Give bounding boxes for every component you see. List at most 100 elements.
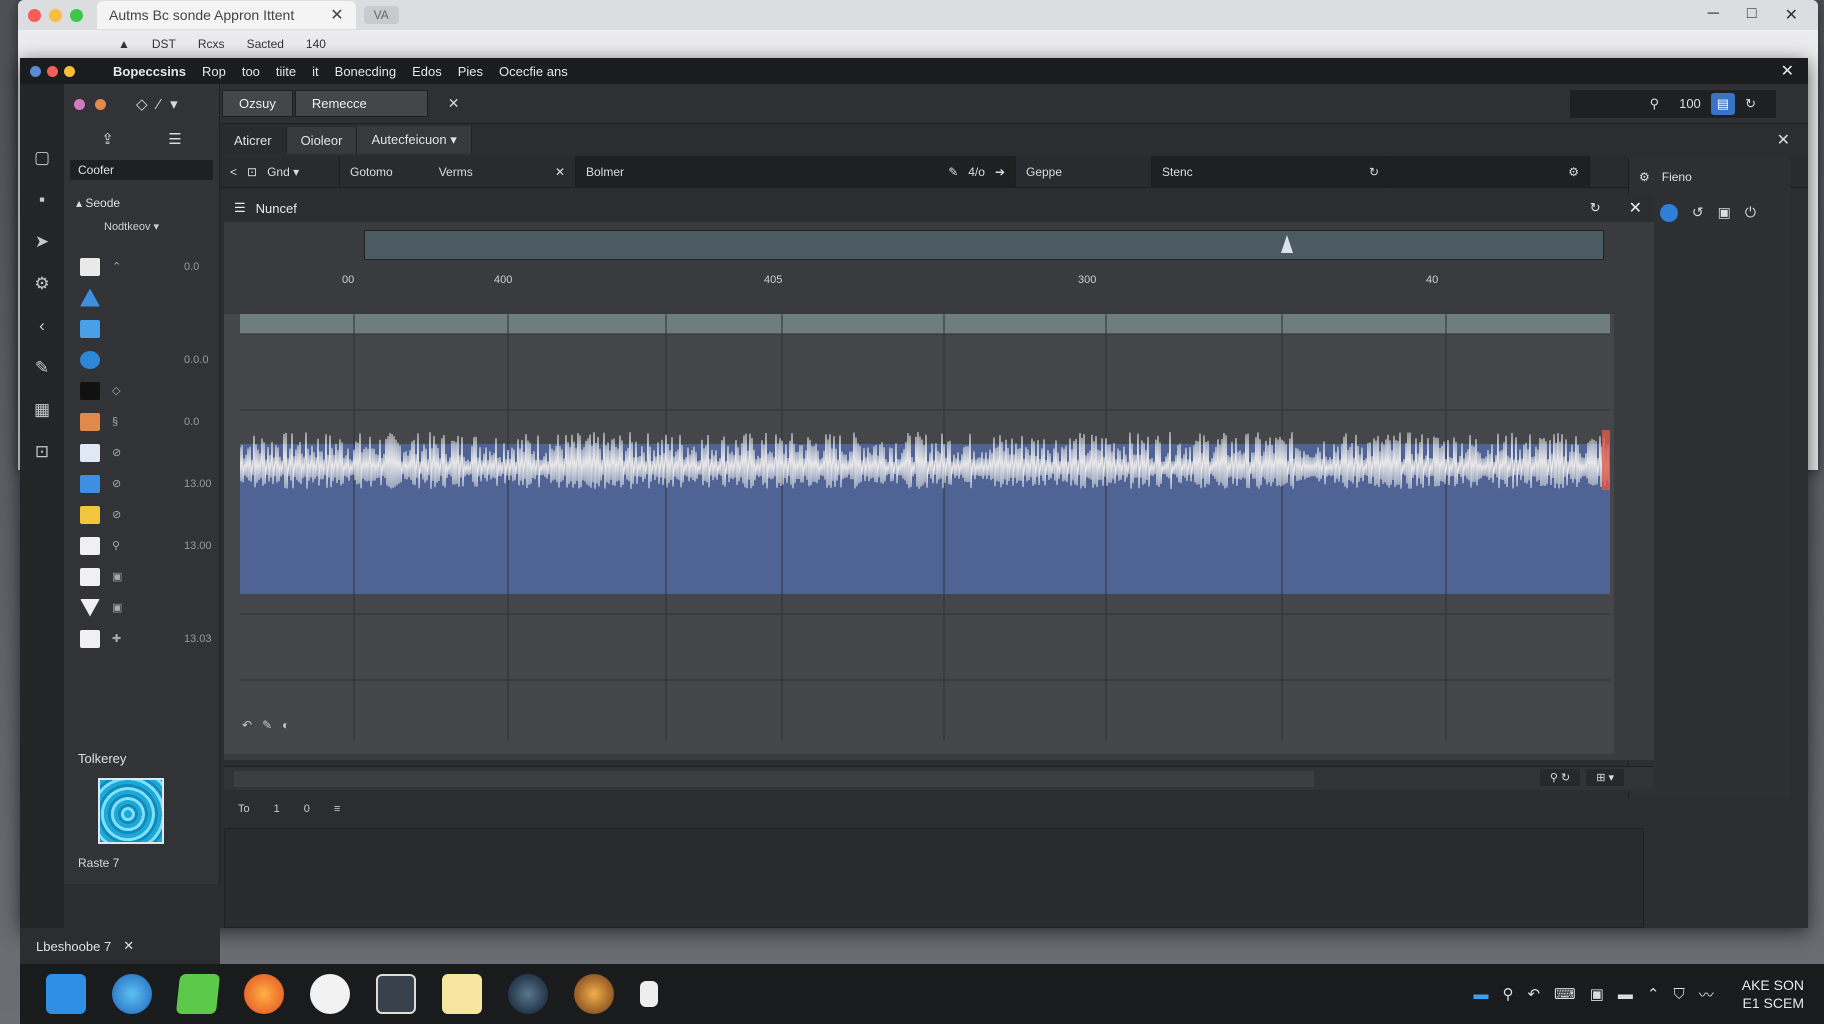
tree-item[interactable]: [64, 313, 219, 344]
gear-icon[interactable]: ⚙: [1639, 170, 1650, 184]
search-icon[interactable]: ⚲: [1502, 985, 1513, 1003]
tab-aticrer[interactable]: Aticrer: [220, 126, 287, 154]
maximize-window-button[interactable]: [64, 65, 75, 77]
tree-item[interactable]: ✚ 13.03: [64, 623, 219, 654]
settings-field[interactable]: ⚙: [1390, 156, 1590, 187]
tree-item[interactable]: ⊘ 13.00: [64, 468, 219, 499]
scroll-thumb[interactable]: [234, 771, 1314, 787]
refresh-icon[interactable]: ↻: [1590, 200, 1601, 216]
browser-tab[interactable]: Autms Bc sonde Appron Ittent ✕: [97, 1, 356, 29]
notepad-icon[interactable]: [442, 974, 482, 1014]
minimize-window-button[interactable]: [49, 8, 62, 22]
tree-item[interactable]: § 0.0: [64, 406, 219, 437]
clock[interactable]: AKE SON E1 SCEM: [1742, 976, 1804, 1012]
settings-icon[interactable]: ⚙: [1568, 165, 1579, 179]
menu-item[interactable]: it: [312, 64, 319, 79]
globe-icon[interactable]: [508, 974, 548, 1014]
fit-button[interactable]: ⊞ ▾: [1586, 769, 1624, 786]
select-icon[interactable]: ◇: [136, 95, 148, 113]
menu-item[interactable]: Edos: [412, 64, 442, 79]
close-icon[interactable]: ✕: [1781, 61, 1794, 81]
menu-item[interactable]: Ocecfie ans: [499, 64, 568, 79]
color-dot-icon[interactable]: [95, 98, 106, 110]
speaker-icon[interactable]: ◐: [282, 718, 289, 732]
color-dot-icon[interactable]: [74, 98, 85, 110]
horizontal-scrollbar[interactable]: ⚲ ↻ ⊞ ▾: [224, 766, 1654, 790]
menu-item[interactable]: Pies: [458, 64, 483, 79]
wifi-icon[interactable]: ⌃: [1647, 985, 1660, 1003]
export-icon[interactable]: ⊡: [32, 442, 52, 462]
tab-autecfeicuon[interactable]: Autecfeicuon ▾: [357, 126, 472, 154]
menu-icon[interactable]: ☰: [234, 200, 246, 216]
bolmer-field[interactable]: Bolmer ✎ 4/o ➔: [576, 156, 1016, 187]
ozsuy-button[interactable]: Ozsuy: [222, 90, 293, 117]
back-icon[interactable]: ↶: [1527, 985, 1540, 1003]
close-icon[interactable]: ✕: [555, 165, 565, 179]
photo-icon[interactable]: [574, 974, 614, 1014]
close-tab-icon[interactable]: ✕: [330, 5, 343, 25]
bookmark-item[interactable]: Sacted: [247, 37, 284, 51]
square-icon[interactable]: ▢: [32, 148, 52, 168]
lower-panel[interactable]: [224, 828, 1644, 928]
tree-item[interactable]: 0.0.0: [64, 344, 219, 375]
battery-icon[interactable]: ▬: [1618, 986, 1633, 1003]
globe-icon[interactable]: [1659, 204, 1678, 222]
pencil-icon[interactable]: ⁄: [158, 96, 161, 113]
finder-icon[interactable]: [46, 974, 86, 1014]
scene-dropdown[interactable]: Nodtkeov ▾: [64, 214, 219, 239]
sync-icon[interactable]: ↻: [1735, 96, 1766, 112]
bookmark-item[interactable]: 140: [306, 37, 326, 51]
tree-item[interactable]: [64, 282, 219, 313]
zoom-in-button[interactable]: ⚲ ↻: [1539, 769, 1581, 786]
tree-item[interactable]: ◇: [64, 375, 219, 406]
grid-icon[interactable]: ⊡: [247, 165, 257, 179]
remecce-field[interactable]: Remecce: [294, 90, 428, 117]
close-icon[interactable]: ✕: [1785, 5, 1798, 25]
close-icon[interactable]: ✕: [123, 938, 134, 954]
bookmark-item[interactable]: DST: [152, 37, 176, 51]
lower-tool-1[interactable]: 1: [274, 803, 280, 815]
close-window-button[interactable]: [30, 65, 41, 77]
notes-icon[interactable]: [175, 974, 221, 1014]
playhead-marker[interactable]: [1281, 235, 1293, 253]
close-panel-icon[interactable]: ✕: [1777, 130, 1790, 150]
clock-icon[interactable]: [310, 974, 350, 1014]
tree-item[interactable]: ▣: [64, 592, 219, 623]
minimize-window-button[interactable]: [47, 65, 58, 77]
chat-icon[interactable]: ▬: [1473, 986, 1488, 1003]
doc-icon[interactable]: ▤: [1710, 92, 1736, 115]
grid-dropdown[interactable]: Gnd ▾: [267, 165, 299, 179]
terminal-icon[interactable]: [376, 974, 416, 1014]
menu-item[interactable]: tiite: [276, 64, 296, 79]
preview-thumbnail[interactable]: [98, 778, 164, 844]
maximize-window-button[interactable]: [70, 8, 83, 22]
close-editor-icon[interactable]: ✕: [1629, 198, 1642, 218]
edit-icon[interactable]: ✎: [948, 165, 958, 179]
pencil-icon[interactable]: ✎: [262, 718, 272, 732]
undo-icon[interactable]: ↶: [242, 718, 252, 732]
power-icon[interactable]: ⏻: [1745, 204, 1756, 222]
send-icon[interactable]: ➤: [32, 232, 52, 252]
minimize-icon[interactable]: ─: [1708, 5, 1719, 25]
zoom-value[interactable]: 100: [1669, 96, 1711, 111]
new-tab-button[interactable]: VA: [363, 6, 399, 24]
pin-icon[interactable]: ✎: [32, 358, 52, 378]
menu-app[interactable]: Bopeccsins: [113, 64, 186, 79]
image-icon[interactable]: ▣: [1718, 204, 1731, 222]
tree-item[interactable]: ▣: [64, 561, 219, 592]
geppe-label[interactable]: Geppe: [1016, 156, 1152, 187]
tree-item[interactable]: ⌃ 0.0: [64, 251, 219, 282]
menu-item[interactable]: Bonecding: [335, 64, 396, 79]
close-window-button[interactable]: [28, 8, 41, 22]
back-icon[interactable]: ‹: [32, 316, 52, 336]
firefox-icon[interactable]: [244, 974, 284, 1014]
lower-tool-0[interactable]: 0: [304, 803, 310, 815]
overview-track[interactable]: [364, 230, 1604, 260]
tree-item[interactable]: ⚲ 13.00: [64, 530, 219, 561]
grid-icon[interactable]: ▦: [32, 400, 52, 420]
gotomo-label[interactable]: Gotomo: [350, 165, 393, 179]
menu-icon[interactable]: ≡: [334, 803, 340, 815]
tree-item[interactable]: ⊘: [64, 499, 219, 530]
gear-icon[interactable]: ⚙: [32, 274, 52, 294]
menu-item[interactable]: too: [242, 64, 260, 79]
